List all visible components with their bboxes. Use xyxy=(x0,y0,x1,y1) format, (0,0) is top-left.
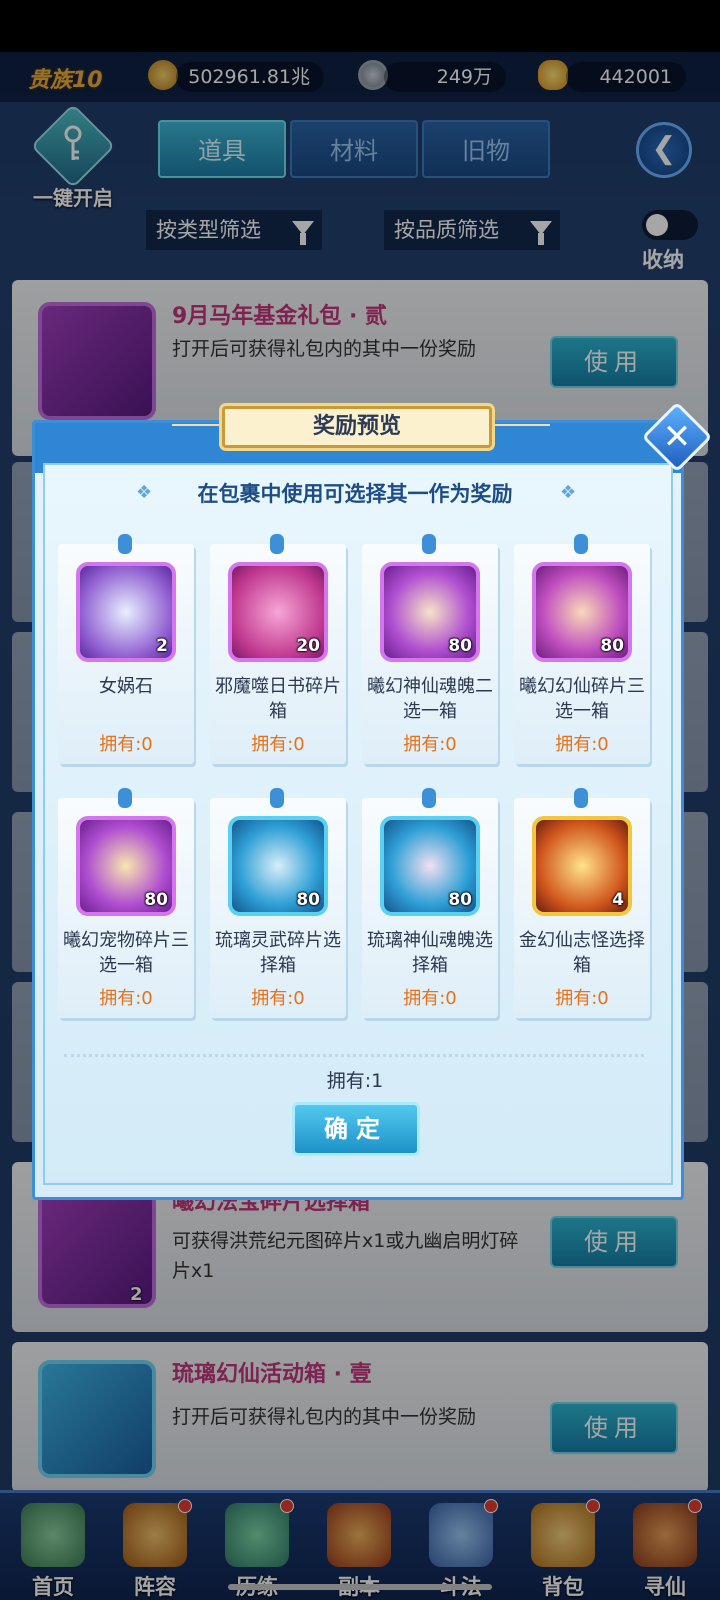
pin-icon xyxy=(574,534,588,554)
reward-count: 80 xyxy=(600,636,624,656)
chest-icon: 80 xyxy=(380,562,480,662)
modal-title: 奖励预览 xyxy=(222,406,492,448)
reward-owned: 拥有:0 xyxy=(555,734,609,755)
reward-name: 邪魔噬日书碎片箱 xyxy=(215,676,341,722)
reward-card[interactable]: 80 曦幻宠物碎片三选一箱 拥有:0 xyxy=(58,788,194,1018)
chest-icon: 80 xyxy=(228,816,328,916)
reward-owned: 拥有:0 xyxy=(251,734,305,755)
confirm-button[interactable]: 确定 xyxy=(292,1102,420,1156)
reward-card[interactable]: 2 女娲石 拥有:0 xyxy=(58,534,194,764)
chest-icon: 80 xyxy=(76,816,176,916)
pin-icon xyxy=(270,534,284,554)
reward-card[interactable]: 80 曦幻幻仙碎片三选一箱 拥有:0 xyxy=(514,534,650,764)
reward-count: 4 xyxy=(612,890,624,910)
pin-icon xyxy=(270,788,284,808)
reward-card[interactable]: 80 琉璃灵武碎片选择箱 拥有:0 xyxy=(210,788,346,1018)
status-bar xyxy=(0,0,720,52)
reward-name: 琉璃神仙魂魄选择箱 xyxy=(367,930,493,976)
reward-count: 80 xyxy=(144,890,168,910)
reward-name: 曦幻宠物碎片三选一箱 xyxy=(63,930,189,976)
pin-icon xyxy=(422,788,436,808)
modal-subtitle: 在包裹中使用可选择其一作为奖励 xyxy=(197,482,513,506)
reward-owned: 拥有:0 xyxy=(555,988,609,1009)
reward-card[interactable]: 20 邪魔噬日书碎片箱 拥有:0 xyxy=(210,534,346,764)
reward-owned: 拥有:0 xyxy=(403,988,457,1009)
chest-icon: 80 xyxy=(380,816,480,916)
reward-card[interactable]: 80 曦幻神仙魂魄二选一箱 拥有:0 xyxy=(362,534,498,764)
diamond-deco-icon: ❖ xyxy=(560,482,577,503)
divider xyxy=(64,1054,644,1057)
reward-count: 20 xyxy=(296,636,320,656)
treasure-chest-icon: 4 xyxy=(532,816,632,916)
reward-name: 曦幻幻仙碎片三选一箱 xyxy=(519,676,645,722)
gift-box-icon: 20 xyxy=(228,562,328,662)
reward-owned: 拥有:0 xyxy=(403,734,457,755)
reward-count: 80 xyxy=(296,890,320,910)
crystal-icon: 2 xyxy=(76,562,176,662)
reward-name: 曦幻神仙魂魄二选一箱 xyxy=(367,676,493,722)
reward-count: 2 xyxy=(156,636,168,656)
pin-icon xyxy=(118,788,132,808)
reward-card[interactable]: 80 琉璃神仙魂魄选择箱 拥有:0 xyxy=(362,788,498,1018)
reward-owned: 拥有:0 xyxy=(251,988,305,1009)
chest-icon: 80 xyxy=(532,562,632,662)
reward-count: 80 xyxy=(448,636,472,656)
pin-icon xyxy=(422,534,436,554)
reward-card[interactable]: 4 金幻仙志怪选择箱 拥有:0 xyxy=(514,788,650,1018)
reward-name: 金幻仙志怪选择箱 xyxy=(519,930,645,976)
reward-owned: 拥有:0 xyxy=(99,988,153,1009)
reward-count: 80 xyxy=(448,890,472,910)
reward-name: 琉璃灵武碎片选择箱 xyxy=(215,930,341,976)
close-icon[interactable]: ✕ xyxy=(652,412,702,462)
reward-name: 女娲石 xyxy=(99,676,153,697)
reward-owned: 拥有:0 xyxy=(99,734,153,755)
owned-total: 拥有:1 xyxy=(326,1070,384,1092)
pin-icon xyxy=(118,534,132,554)
pin-icon xyxy=(574,788,588,808)
banner-deco-right xyxy=(490,424,550,426)
